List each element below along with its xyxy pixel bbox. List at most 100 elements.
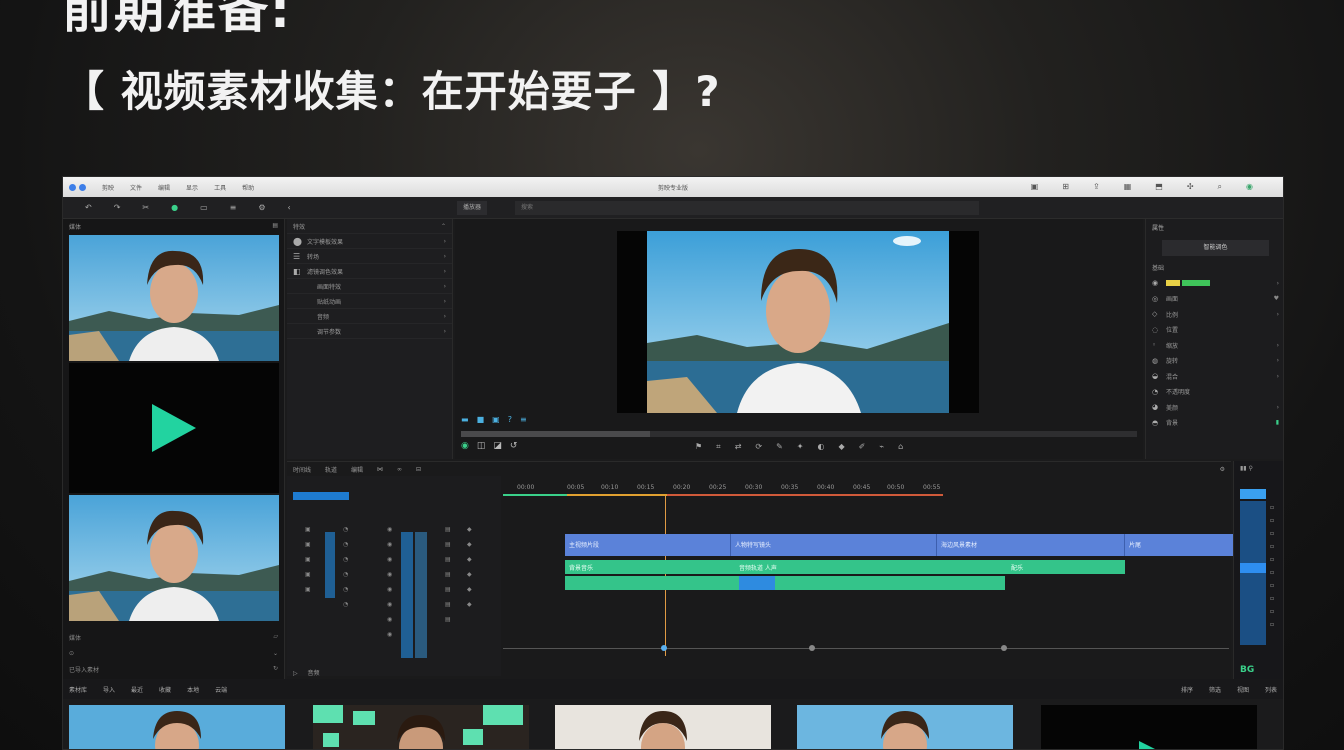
audio-clip[interactable]: 配乐 — [1007, 560, 1125, 574]
inspector-row[interactable]: 基础 — [1146, 260, 1283, 276]
record-icon[interactable]: ▣ — [1031, 182, 1039, 192]
filter-button[interactable]: 筛选 — [1209, 685, 1221, 694]
mask-icon[interactable]: ◐ — [818, 442, 825, 452]
speed-icon[interactable]: ✎ — [776, 442, 783, 452]
menu-view[interactable]: 显示 — [186, 183, 198, 192]
media-video-preview[interactable] — [69, 363, 279, 493]
play-icon[interactable] — [152, 404, 196, 452]
audio-icon[interactable]: ⌁ — [879, 442, 884, 452]
audio-icon[interactable]: ▷ — [293, 670, 298, 677]
crop-icon[interactable]: ⌗ — [716, 442, 721, 452]
info-icon[interactable]: ⊙ — [69, 650, 74, 657]
video-clip[interactable]: 海边风景素材 — [937, 534, 1125, 556]
inspector-row[interactable]: ◦ 缩放 › — [1146, 338, 1283, 354]
keyframe-icon[interactable]: ◆ — [838, 442, 844, 452]
effect-item[interactable]: 贴纸动画 › — [287, 294, 452, 309]
cut-icon[interactable]: ✂ — [142, 203, 149, 212]
browser-thumbnail[interactable] — [69, 705, 285, 749]
grid-icon[interactable]: ▦ — [1124, 182, 1132, 192]
browser-thumbnail[interactable] — [555, 705, 771, 749]
play-circle-icon[interactable]: ◉ — [461, 441, 469, 451]
expand-icon[interactable]: ⌄ — [273, 650, 278, 657]
sort-button[interactable]: 排序 — [1181, 685, 1193, 694]
menu-icon[interactable]: ≡ — [520, 415, 527, 424]
folder-icon[interactable]: ▱ — [273, 633, 278, 642]
color-swatch[interactable] — [1166, 280, 1180, 287]
smart-color-button[interactable]: 智能调色 — [1162, 240, 1269, 256]
video-clip[interactable]: 人物特写镜头 — [731, 534, 937, 556]
record-button-icon[interactable]: ● — [171, 203, 178, 212]
settings-icon[interactable]: ⚙ — [1220, 466, 1225, 473]
meter-bar[interactable] — [1240, 501, 1266, 645]
browser-tab[interactable]: 导入 — [103, 685, 115, 694]
browser-tab[interactable]: 收藏 — [159, 685, 171, 694]
audio-clip-secondary[interactable] — [775, 576, 1005, 590]
browser-tab[interactable]: 云端 — [215, 685, 227, 694]
browser-tab[interactable]: 本地 — [187, 685, 199, 694]
timeline-scroll-track[interactable] — [503, 648, 1229, 649]
fullscreen-icon[interactable]: ▣ — [492, 415, 500, 424]
window-dot-icon[interactable] — [69, 183, 76, 191]
browser-tab[interactable]: 素材库 — [69, 685, 87, 694]
menu-app[interactable]: 剪映 — [102, 183, 114, 192]
rotate-icon[interactable]: ⟳ — [755, 442, 762, 452]
effects-icon[interactable]: ✣ — [1187, 182, 1194, 192]
viewer-screen[interactable] — [617, 231, 979, 413]
panel-menu-icon[interactable]: ▤ — [272, 222, 278, 230]
browser-tab[interactable]: 最近 — [131, 685, 143, 694]
menu-file[interactable]: 文件 — [130, 183, 142, 192]
menu-help[interactable]: 帮助 — [242, 183, 254, 192]
settings-icon[interactable]: ⚙ — [258, 203, 265, 212]
zoom-icon[interactable]: ⊟ — [416, 466, 421, 473]
menu-tools[interactable]: 工具 — [214, 183, 226, 192]
color-swatch[interactable] — [1182, 280, 1210, 287]
track-selector[interactable] — [293, 492, 349, 500]
video-clip[interactable]: 主视频片段 — [565, 534, 731, 556]
media-thumbnail[interactable] — [69, 235, 279, 361]
media-thumbnail[interactable] — [69, 495, 279, 621]
inspector-row[interactable]: ◓ 背景 ▮ — [1146, 415, 1283, 431]
browser-thumbnail[interactable] — [1041, 705, 1257, 749]
effect-item[interactable]: 画面特效 › — [287, 279, 452, 294]
inspector-row[interactable]: ◉ › — [1146, 276, 1283, 292]
mirror-icon[interactable]: ⇄ — [735, 442, 742, 452]
inspector-row[interactable]: ◒ 混合 › — [1146, 369, 1283, 385]
effect-item[interactable]: ⬤ 文字模板效果 › — [287, 234, 452, 249]
audio-clip-selected[interactable] — [739, 576, 775, 590]
audio-clip-secondary[interactable] — [565, 576, 739, 590]
redo-icon[interactable]: ↷ — [114, 203, 121, 212]
timeline-tracks-label[interactable]: 轨道 — [325, 465, 337, 474]
window-dot-icon[interactable] — [79, 183, 86, 191]
scroll-marker[interactable] — [661, 645, 667, 651]
audio-clip[interactable]: 音频轨道 人声 — [735, 560, 1007, 574]
camera-icon[interactable]: ▭ — [200, 203, 208, 212]
color-icon[interactable]: ✐ — [859, 442, 866, 452]
magnet-icon[interactable]: ⋈ — [377, 466, 383, 473]
inspector-row[interactable]: ◕ 美颜 › — [1146, 400, 1283, 416]
list-button[interactable]: 列表 — [1265, 685, 1277, 694]
search-icon[interactable]: ⌕ — [1218, 182, 1222, 192]
effect-item[interactable]: ☰ 转场 › — [287, 249, 452, 264]
track-mute-column[interactable] — [401, 532, 413, 658]
monitor-icon[interactable]: ▬ — [461, 415, 469, 424]
help-icon[interactable]: ? — [508, 415, 512, 424]
inspector-row[interactable]: ◇ 比例 › — [1146, 307, 1283, 323]
search-input[interactable] — [515, 201, 979, 215]
inspector-row[interactable]: ◎ 画面 ♥ — [1146, 291, 1283, 307]
timeline-edit-label[interactable]: 编辑 — [351, 465, 363, 474]
share-icon[interactable]: ⇪ — [1093, 182, 1100, 192]
account-icon[interactable]: ◉ — [1246, 182, 1253, 192]
view-button[interactable]: 视图 — [1237, 685, 1249, 694]
inspector-row[interactable]: ◔ 不透明度 — [1146, 384, 1283, 400]
camera-icon[interactable]: ◪ — [493, 441, 502, 451]
scroll-marker[interactable] — [809, 645, 815, 651]
effect-item[interactable]: ◧ 滤镜调色效果 › — [287, 264, 452, 279]
effect-item[interactable]: 调节参数 › — [287, 324, 452, 339]
freeze-icon[interactable]: ✦ — [797, 442, 804, 452]
audio-clip[interactable]: 背景音乐 — [565, 560, 735, 574]
sync-icon[interactable]: ↻ — [273, 665, 278, 674]
collapse-icon[interactable]: ⌃ — [441, 223, 446, 230]
inspector-row[interactable]: ◍ 旋转 › — [1146, 353, 1283, 369]
timeline-ruler[interactable]: 00:00 00:05 00:10 00:15 00:20 00:25 00:3… — [503, 476, 1229, 496]
viewer-scrubber[interactable] — [461, 431, 1137, 437]
